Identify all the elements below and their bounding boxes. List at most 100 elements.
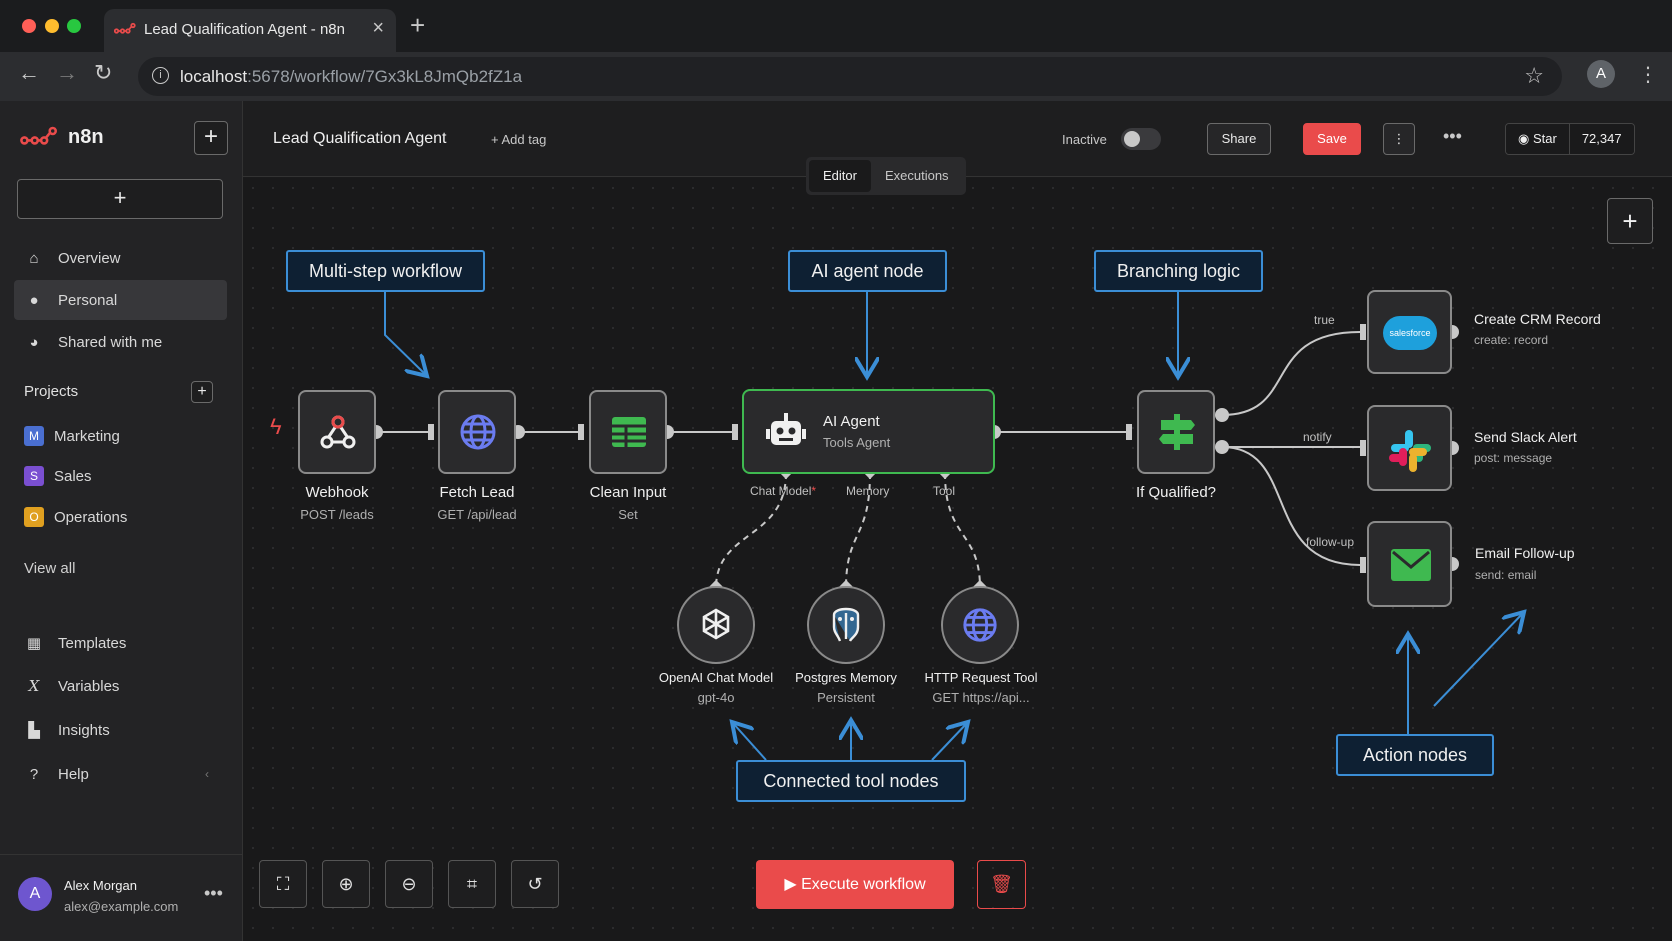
more-options-icon[interactable]: ••• (1443, 126, 1462, 147)
github-star-button[interactable]: ◉ Star 72,347 (1505, 123, 1635, 155)
sidebar-item-insights[interactable]: ▙ Insights (14, 710, 227, 750)
share-button[interactable]: Share (1207, 123, 1271, 155)
create-menu-button[interactable]: + (194, 121, 228, 155)
reload-icon[interactable]: ↻ (94, 62, 112, 84)
browser-profile-avatar[interactable]: A (1587, 60, 1615, 88)
sidebar-item-templates[interactable]: ▦ Templates (14, 623, 227, 663)
active-toggle[interactable] (1121, 128, 1161, 150)
sidebar-item-operations[interactable]: O Operations (14, 497, 227, 537)
site-info-icon[interactable]: i (152, 67, 169, 84)
zoom-in-icon: ⊕ (338, 874, 354, 894)
window-close-button[interactable] (22, 19, 36, 33)
reset-zoom-button[interactable]: ↺ (511, 860, 559, 908)
sidebar-item-label: Help (58, 765, 89, 783)
zoom-out-button[interactable]: ⊖ (385, 860, 433, 908)
callout-connected-tool-nodes: Connected tool nodes (736, 760, 966, 802)
workflow-canvas[interactable] (243, 178, 1672, 941)
tab-close-icon[interactable]: × (372, 17, 384, 40)
project-badge: O (24, 507, 44, 527)
slack-icon (1389, 430, 1431, 472)
node-if-qualified[interactable] (1137, 390, 1215, 474)
sidebar-item-label: Shared with me (58, 333, 163, 351)
node-agent-sub: Tools Agent (823, 435, 891, 450)
add-tag-link[interactable]: + Add tag (491, 132, 546, 147)
sidebar-item-overview[interactable]: ⌂ Overview (14, 238, 227, 278)
collapse-sidebar-icon[interactable]: ‹ (205, 767, 209, 781)
github-star-count: 72,347 (1568, 124, 1634, 154)
globe-icon (963, 608, 997, 642)
project-badge: S (24, 466, 44, 486)
sidebar-item-label: Marketing (54, 427, 120, 445)
openai-icon (702, 608, 730, 640)
node-slack-label: Send Slack Alert (1474, 429, 1577, 445)
sidebar-item-help[interactable]: ? Help ‹ (14, 754, 227, 794)
node-http-sub: GET https://api... (932, 690, 1030, 705)
callout-ai-agent-node: AI agent node (788, 250, 947, 292)
zoom-out-icon: ⊖ (401, 874, 417, 894)
add-project-button[interactable]: + (191, 381, 213, 403)
status-label: Inactive (1062, 132, 1107, 147)
node-ai-agent[interactable]: AI Agent Tools Agent (742, 389, 995, 474)
n8n-favicon-icon (114, 22, 136, 34)
sidebar-item-marketing[interactable]: M Marketing (14, 416, 227, 456)
fullscreen-button[interactable]: ⛶ (259, 860, 307, 908)
node-email[interactable] (1367, 521, 1452, 607)
node-webhook[interactable] (298, 390, 376, 474)
bookmark-star-icon[interactable]: ☆ (1524, 63, 1544, 89)
browser-tab[interactable]: Lead Qualification Agent - n8n × (104, 9, 396, 52)
editor-executions-tabs: Editor Executions (806, 157, 966, 195)
node-postgres[interactable] (807, 586, 885, 664)
workflow-name[interactable]: Lead Qualification Agent (273, 130, 446, 148)
browser-menu-icon[interactable]: ⋮ (1638, 62, 1658, 87)
user-menu-icon[interactable]: ••• (204, 883, 223, 904)
execute-label: Execute workflow (801, 876, 926, 893)
node-clean-label: Clean Input (589, 484, 667, 501)
callout-multistep-workflow: Multi-step workflow (286, 250, 485, 292)
node-email-label: Email Follow-up (1475, 545, 1575, 561)
sidebar-item-personal[interactable]: ● Personal (14, 280, 227, 320)
envelope-icon (1391, 549, 1431, 581)
window-minimize-button[interactable] (45, 19, 59, 33)
sidebar-item-sales[interactable]: S Sales (14, 456, 227, 496)
sidebar-item-shared[interactable]: ◕ Shared with me (14, 322, 227, 362)
execute-workflow-button[interactable]: ▶ Execute workflow (756, 860, 954, 909)
tab-title: Lead Qualification Agent - n8n (144, 21, 345, 38)
n8n-logo-icon (20, 126, 57, 145)
forward-icon[interactable]: → (56, 62, 78, 84)
zoom-in-button[interactable]: ⊕ (322, 860, 370, 908)
node-fetch-lead[interactable] (438, 390, 516, 474)
new-tab-button[interactable]: + (410, 12, 425, 38)
n8n-logo[interactable]: n8n (18, 125, 104, 149)
fit-view-button[interactable]: ⌗ (448, 860, 496, 908)
node-slack[interactable] (1367, 405, 1452, 491)
add-node-button[interactable]: + (1607, 198, 1653, 244)
port-chat-model-label: Chat Model* (750, 484, 817, 498)
sidebar-item-variables[interactable]: X Variables (14, 666, 227, 706)
avatar[interactable]: A (18, 877, 52, 911)
node-http-request[interactable] (941, 586, 1019, 664)
trigger-bolt-icon: ϟ (270, 414, 282, 439)
node-clean-input[interactable] (589, 390, 667, 474)
sidebar-item-label: Templates (58, 634, 127, 652)
sidebar-item-label: Variables (58, 677, 120, 695)
node-http-label: HTTP Request Tool (924, 670, 1038, 685)
callout-branching-logic: Branching logic (1094, 250, 1263, 292)
back-icon[interactable]: ← (18, 62, 40, 84)
clear-execution-button[interactable]: 🗑 (977, 860, 1026, 909)
postgres-icon (832, 607, 860, 642)
node-create-crm[interactable]: salesforce (1367, 290, 1452, 374)
tab-editor[interactable]: Editor (809, 160, 871, 192)
window-maximize-button[interactable] (67, 19, 81, 33)
branch-label-true: true (1314, 313, 1335, 327)
workflow-menu-button[interactable]: ⋮ (1383, 123, 1415, 155)
tab-executions[interactable]: Executions (871, 160, 963, 192)
branch-label-follow-up: follow-up (1306, 535, 1355, 549)
node-openai[interactable] (677, 586, 755, 664)
port-memory-label: Memory (846, 484, 890, 498)
create-workflow-button[interactable]: + (17, 179, 223, 219)
sidebar-item-label: Overview (58, 249, 121, 267)
address-bar[interactable]: i localhost:5678/workflow/7Gx3kL8JmQb2fZ… (138, 57, 1562, 96)
view-all-link[interactable]: View all (24, 560, 75, 577)
save-button[interactable]: Save (1303, 123, 1361, 155)
port-tool-label: Tool (933, 484, 956, 498)
